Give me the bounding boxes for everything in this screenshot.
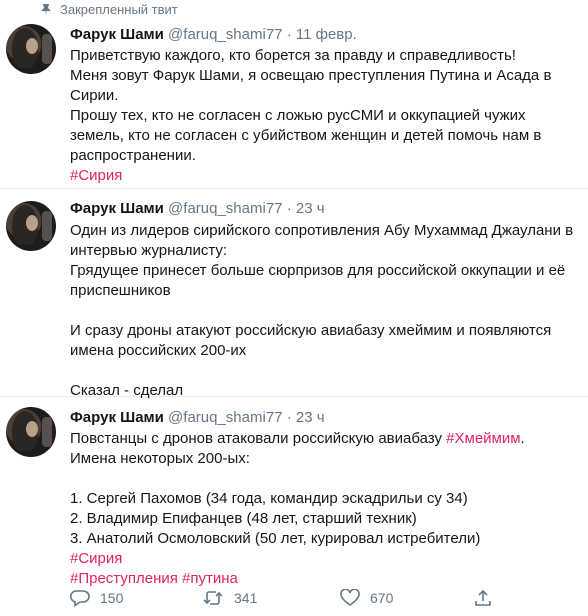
text-line: Один из лидеров сирийского сопротивления…: [70, 222, 574, 239]
avatar[interactable]: [6, 201, 56, 251]
separator-dot: ·: [286, 200, 292, 217]
hashtag-link[interactable]: #Хмеймим: [446, 430, 520, 447]
heart-icon: [340, 589, 360, 606]
pinned-label: Закрепленный твит: [60, 2, 178, 17]
author-handle[interactable]: @faruq_shami77: [168, 409, 282, 426]
reply-icon: [70, 590, 90, 607]
author-name[interactable]: Фарук Шами: [70, 26, 164, 43]
text-line: имена российских 200-их: [70, 342, 247, 359]
reply-count: 150: [100, 590, 124, 606]
text-line: [70, 361, 573, 381]
pin-icon: [41, 3, 51, 16]
text-line: интервью журналисту:: [70, 242, 228, 259]
hashtag-link[interactable]: #Преступления: [70, 570, 178, 587]
text-line: Приветствую каждого, кто борется за прав…: [70, 47, 516, 64]
author-name[interactable]: Фарук Шами: [70, 409, 164, 426]
text-line: Повстанцы с дронов атаковали российскую …: [70, 430, 447, 447]
reply-button[interactable]: 150: [70, 589, 123, 607]
text-line: 3. Анатолий Осмоловский (50 лет, куриров…: [70, 530, 481, 547]
tweet-timestamp[interactable]: 23 ч: [296, 200, 325, 217]
tweet-timestamp[interactable]: 11 февр.: [296, 26, 357, 43]
separator-dot: ·: [286, 409, 292, 426]
separator-dot: ·: [286, 26, 292, 43]
author-name[interactable]: Фарук Шами: [70, 200, 164, 217]
pinned-indicator: Закрепленный твит: [40, 2, 178, 17]
tweet-text: Приветствую каждого, кто борется за прав…: [70, 46, 551, 186]
text-line: 1. Сергей Пахомов (34 года, командир эск…: [70, 490, 468, 507]
hashtag-link[interactable]: #Сирия: [70, 167, 122, 184]
avatar[interactable]: [6, 24, 56, 74]
text-line: распространении.: [70, 147, 196, 164]
text-line: земель, кто не согласен с убийством женщ…: [70, 127, 542, 144]
text-line: [70, 301, 573, 321]
author-handle[interactable]: @faruq_shami77: [168, 200, 282, 217]
hashtag-link[interactable]: #Сирия: [70, 550, 122, 567]
tweet-timestamp[interactable]: 23 ч: [296, 409, 325, 426]
share-icon: [475, 589, 491, 606]
hashtag-link[interactable]: #путина: [182, 570, 238, 587]
retweet-button[interactable]: 341: [202, 589, 257, 607]
pinned-tweet[interactable]: Закрепленный твит Фарук Шами @faruq_sham…: [0, 0, 588, 189]
text-line: И сразу дроны атакуют российскую авиабаз…: [70, 322, 552, 339]
tweet[interactable]: Фарук Шами @faruq_shami77 · 23 ч Один из…: [0, 189, 588, 399]
like-count: 670: [370, 590, 394, 606]
text-line: Сирии.: [70, 87, 119, 104]
tweet-text: Повстанцы с дронов атаковали российскую …: [70, 429, 525, 589]
text-line: 2. Владимир Епифанцев (48 лет, старший т…: [70, 510, 417, 527]
text-line: Грядущее принесет больше сюрпризов для р…: [70, 262, 566, 279]
text-line: [70, 469, 525, 489]
like-button[interactable]: 670: [340, 589, 393, 607]
text-line: Прошу тех, кто не согласен с ложью русСМ…: [70, 107, 526, 124]
avatar[interactable]: [6, 407, 56, 457]
text-line: Имена некоторых 200-ых:: [70, 450, 250, 467]
tweet[interactable]: Фарук Шами @faruq_shami77 · 23 ч Повстан…: [0, 397, 588, 616]
tweet-actions: 150 341 670: [70, 589, 500, 611]
author-handle[interactable]: @faruq_shami77: [168, 26, 282, 43]
share-button[interactable]: [474, 589, 502, 607]
retweet-icon: [203, 591, 223, 605]
text-line: Меня зовут Фарук Шами, я освещаю преступ…: [70, 67, 552, 84]
text-punct: .: [520, 430, 525, 447]
retweet-count: 341: [234, 590, 258, 606]
text-line: приспешников: [70, 282, 171, 299]
tweet-text: Один из лидеров сирийского сопротивления…: [70, 221, 573, 401]
